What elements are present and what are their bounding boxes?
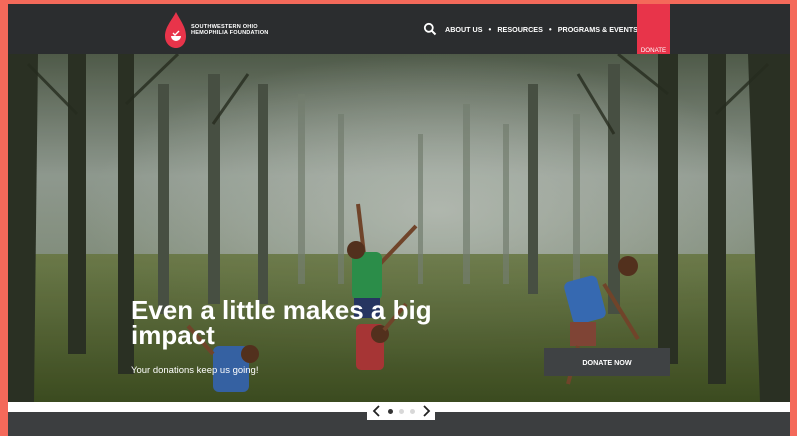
hero-subheadline: Your donations keep us going! [131, 365, 259, 376]
logo-text: SOUTHWESTERN OHIO HEMOPHILIA FOUNDATION [191, 24, 269, 37]
chevron-left-icon[interactable] [372, 405, 382, 417]
hero-banner: Even a little makes a big impact Your do… [8, 54, 790, 402]
nav-item-resources[interactable]: RESOURCES [497, 25, 543, 34]
main-nav: ABOUT US • RESOURCES • PROGRAMS & EVENTS [423, 4, 638, 54]
nav-separator: • [488, 24, 492, 34]
logo-line-2: HEMOPHILIA FOUNDATION [191, 30, 269, 36]
chevron-right-icon[interactable] [421, 405, 431, 417]
site-logo[interactable]: SOUTHWESTERN OHIO HEMOPHILIA FOUNDATION [162, 10, 269, 50]
nav-separator: • [548, 24, 552, 34]
carousel-controls [367, 402, 435, 420]
carousel-dot-1[interactable] [387, 408, 393, 414]
carousel-dot-2[interactable] [398, 408, 404, 414]
search-icon[interactable] [423, 22, 437, 36]
browser-page: SOUTHWESTERN OHIO HEMOPHILIA FOUNDATION … [8, 4, 790, 436]
donate-tab-label: DONATE [640, 47, 667, 54]
hero-forest-photo [8, 54, 790, 402]
blood-drop-logo-icon [165, 12, 186, 48]
nav-item-about-us[interactable]: ABOUT US [445, 25, 483, 34]
nav-item-programs-events[interactable]: PROGRAMS & EVENTS [558, 25, 638, 34]
hero-headline: Even a little makes a big impact [131, 295, 432, 350]
site-header: SOUTHWESTERN OHIO HEMOPHILIA FOUNDATION … [8, 4, 790, 70]
carousel-dot-3[interactable] [409, 408, 415, 414]
donate-now-button[interactable]: DONATE NOW [544, 348, 670, 376]
